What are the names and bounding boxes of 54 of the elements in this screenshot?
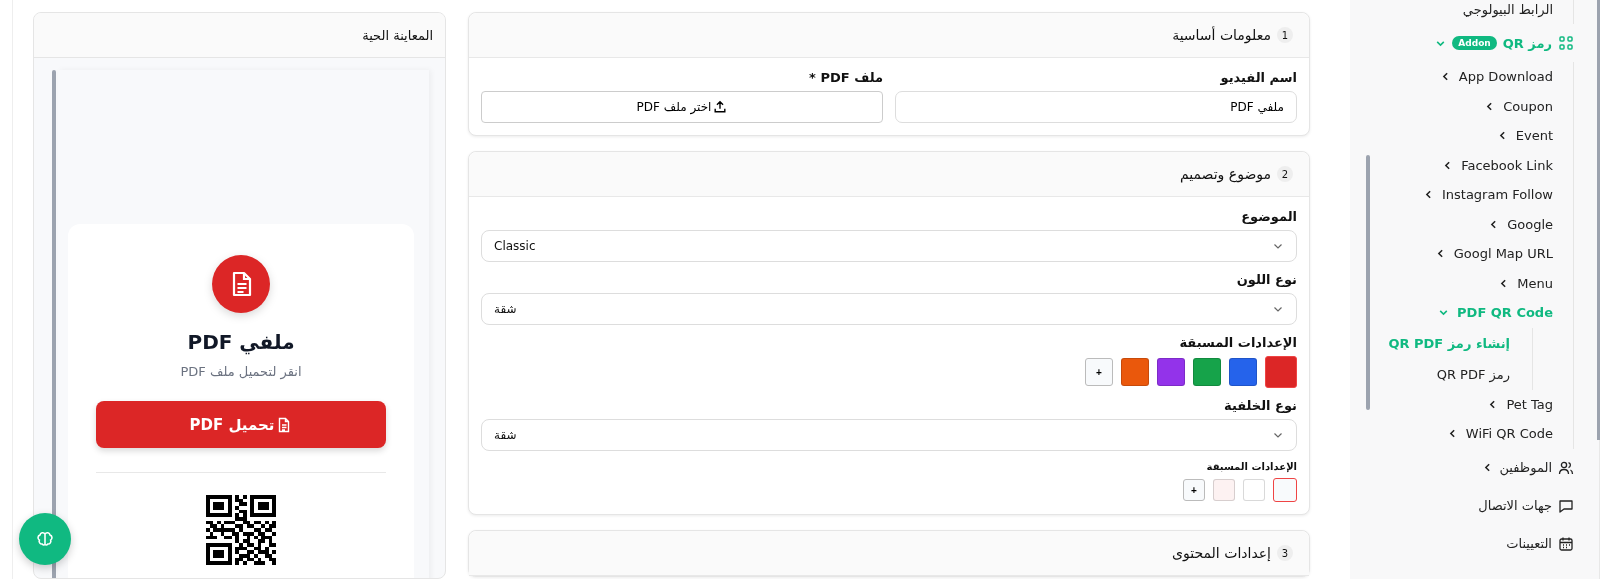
floating-button[interactable] — [19, 513, 71, 565]
add-color-button[interactable]: + — [1183, 479, 1205, 501]
sidebar-item[interactable]: Event — [1362, 121, 1553, 151]
card-title: ملفي PDF — [187, 330, 295, 354]
download-button[interactable]: تحميل PDF — [96, 401, 386, 448]
addon-badge: Addon — [1452, 36, 1497, 50]
step-number: 1 — [1277, 27, 1293, 43]
chat-icon — [1558, 497, 1574, 514]
sidebar-item[interactable]: Coupon — [1362, 91, 1553, 121]
section-title: موضوع وتصميم — [1179, 166, 1271, 182]
field-label: ملف PDF * — [808, 70, 883, 85]
card-subtitle: انقر لتحميل ملف PDF — [180, 364, 302, 379]
step-number: 3 — [1277, 545, 1293, 561]
sidebar-item[interactable]: التعيينات — [1362, 524, 1574, 563]
sidebar-item[interactable]: Instagram Follow — [1362, 180, 1553, 210]
select-field[interactable]: شقة — [481, 419, 1297, 451]
field-label: نوع الخلفية — [1223, 398, 1297, 413]
qr-code-icon — [1558, 35, 1574, 51]
field-label: نوع اللون — [1235, 272, 1297, 287]
brain-icon — [36, 530, 54, 548]
sidebar-item[interactable]: WiFi QR Code — [1362, 419, 1553, 449]
sidebar-item[interactable]: Menu — [1362, 268, 1553, 298]
select-field[interactable]: Classic — [481, 230, 1297, 262]
sidebar-item[interactable]: الموظفين — [1362, 448, 1574, 487]
qr-code-drawing — [206, 495, 276, 565]
color-swatch[interactable] — [1273, 478, 1297, 502]
scrollbar-thumb[interactable] — [1597, 0, 1600, 440]
color-swatch[interactable] — [1265, 356, 1297, 388]
scrollbar-thumb[interactable] — [1366, 155, 1370, 410]
field-label: الموضوع — [1240, 209, 1297, 224]
sidebar-item[interactable]: App Download — [1362, 62, 1553, 92]
sidebar-item[interactable]: Pet Tag — [1362, 389, 1553, 419]
calendar-icon — [1558, 535, 1574, 552]
document-icon — [211, 254, 271, 314]
users-icon — [1558, 459, 1574, 476]
step-number: 2 — [1277, 166, 1293, 182]
sidebar-item[interactable]: جهات الاتصال — [1362, 486, 1574, 525]
sidebar-item[interactable]: Facebook Link — [1362, 150, 1553, 180]
section-title: إعدادات المحتوى — [1172, 545, 1271, 561]
input-field[interactable]: ملفي PDF — [895, 91, 1297, 123]
sidebar-item[interactable]: Googl Map URL — [1362, 239, 1553, 269]
section-title: معلومات أساسية — [1172, 27, 1271, 43]
panel-title: المعاينة الحية — [362, 27, 433, 43]
scrollbar-thumb[interactable] — [52, 70, 56, 578]
sidebar-item[interactable]: Google — [1362, 209, 1553, 239]
file-button[interactable]: اختر ملف PDF — [481, 91, 883, 123]
upload-icon — [713, 100, 728, 114]
field-label: الإعدادات المسبقة — [1205, 461, 1297, 472]
select-field[interactable]: شقة — [481, 293, 1297, 325]
sidebar-item[interactable]: الرابط البيولوجي — [1362, 0, 1553, 24]
add-color-button[interactable]: + — [1085, 358, 1113, 386]
field-label: اسم الفيديو — [1219, 70, 1297, 85]
sidebar-item[interactable]: رمز QR PDF — [1362, 358, 1510, 390]
field-label: الإعدادات المسبقة — [1178, 335, 1297, 350]
